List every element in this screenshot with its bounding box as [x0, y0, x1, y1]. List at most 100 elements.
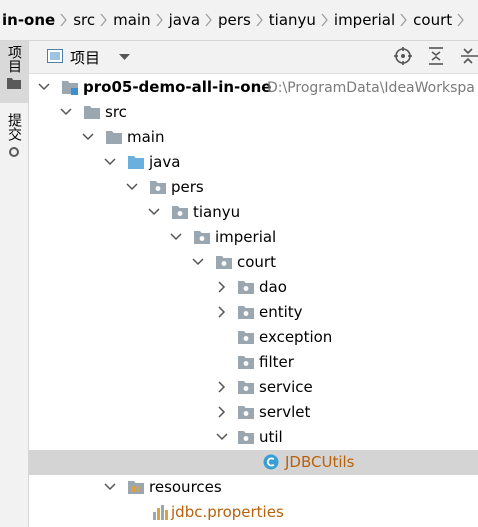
tree-node-filter[interactable]: filter: [29, 350, 478, 375]
tree-node-src[interactable]: src: [29, 100, 478, 125]
chevron-down-icon[interactable]: [170, 231, 182, 243]
package-icon: [238, 356, 254, 369]
chevron-right-icon: [202, 0, 216, 40]
folder-icon: [84, 106, 100, 119]
chevron-right-icon: [153, 0, 167, 40]
tree-node-label: pers: [171, 178, 204, 196]
chevron-down-icon[interactable]: [38, 81, 50, 93]
commit-tool-tab-label: 提交: [6, 113, 22, 141]
tree-node-label: src: [105, 103, 127, 121]
tree-node-main[interactable]: main: [29, 125, 478, 150]
tree-node-pers[interactable]: pers: [29, 175, 478, 200]
properties-file-icon: [153, 505, 168, 520]
tree-node-court[interactable]: court: [29, 250, 478, 275]
tree-node-util[interactable]: util: [29, 425, 478, 450]
package-icon: [238, 381, 254, 394]
tree-node-jdbcutils[interactable]: JDBCUtils: [29, 450, 478, 475]
tree-node-label: service: [259, 378, 313, 396]
tree-node-imperial[interactable]: imperial: [29, 225, 478, 250]
package-icon: [238, 281, 254, 294]
tree-node-resources[interactable]: resources: [29, 475, 478, 500]
chevron-down-icon[interactable]: [216, 431, 228, 443]
collapse-all-icon[interactable]: [459, 47, 478, 65]
breadcrumb-label: imperial: [333, 11, 396, 29]
tree-node-tianyu[interactable]: tianyu: [29, 200, 478, 225]
tree-node-java[interactable]: java: [29, 150, 478, 175]
chevron-right-icon[interactable]: [216, 381, 228, 393]
package-icon: [216, 256, 232, 269]
package-icon: [172, 206, 188, 219]
module-folder-icon: [62, 81, 78, 95]
tree-node-label: dao: [259, 278, 287, 296]
chevron-right-icon[interactable]: [216, 306, 228, 318]
chevron-down-icon[interactable]: [60, 106, 72, 118]
breadcrumb-label: court: [413, 11, 453, 29]
source-folder-icon: [128, 156, 144, 169]
breadcrumb-item-pers[interactable]: pers: [216, 0, 253, 40]
breadcrumb-label: in-one: [2, 11, 56, 29]
tree-node-servlet[interactable]: servlet: [29, 400, 478, 425]
resources-folder-icon: [128, 481, 144, 494]
project-tool-tab[interactable]: 项目: [0, 41, 28, 103]
chevron-right-icon: [454, 0, 468, 40]
chevron-right-icon: [397, 0, 411, 40]
tree-node-exception[interactable]: exception: [29, 325, 478, 350]
chevron-down-icon[interactable]: [126, 181, 138, 193]
tree-node-label: tianyu: [193, 203, 241, 221]
breadcrumb-item-main[interactable]: main: [111, 0, 152, 40]
tree-node-entity[interactable]: entity: [29, 300, 478, 325]
view-dropdown-chevron-icon[interactable]: [119, 54, 130, 61]
tree-node-label: servlet: [259, 403, 311, 421]
chevron-right-icon: [97, 0, 111, 40]
package-icon: [238, 331, 254, 344]
tree-node-service[interactable]: service: [29, 375, 478, 400]
project-panel-header: 项目: [29, 41, 478, 74]
tree-node-label: jdbc.properties: [171, 503, 284, 521]
tree-node-project-root[interactable]: pro05-demo-all-in-one D:\ProgramData\Ide…: [29, 75, 478, 100]
breadcrumb-item-tianyu[interactable]: tianyu: [267, 0, 318, 40]
chevron-down-icon[interactable]: [148, 206, 160, 218]
tree-node-label: court: [237, 253, 276, 271]
chevron-right-icon: [253, 0, 267, 40]
breadcrumb-item-project[interactable]: in-one: [0, 0, 57, 40]
commit-tool-tab[interactable]: 提交: [0, 113, 28, 173]
breadcrumb-label: main: [113, 11, 151, 29]
select-opened-file-icon[interactable]: [394, 47, 412, 65]
project-view-icon: [47, 49, 63, 63]
tree-node-label: main: [127, 128, 165, 146]
breadcrumb-item-court[interactable]: court: [411, 0, 454, 40]
tree-node-label: java: [149, 153, 181, 171]
breadcrumb-label: pers: [218, 11, 251, 29]
chevron-down-icon[interactable]: [192, 256, 204, 268]
chevron-right-icon[interactable]: [216, 406, 228, 418]
tree-node-jdbc-properties[interactable]: jdbc.properties: [29, 500, 478, 525]
breadcrumb-item-java[interactable]: java: [167, 0, 202, 40]
chevron-down-icon[interactable]: [104, 481, 116, 493]
chevron-right-icon[interactable]: [216, 281, 228, 293]
java-class-icon: [263, 454, 279, 470]
expand-all-icon[interactable]: [427, 47, 445, 65]
project-tool-tab-label: 项目: [6, 45, 22, 73]
tree-node-label: imperial: [215, 228, 277, 246]
folder-icon: [7, 78, 21, 89]
chevron-right-icon: [57, 0, 71, 40]
tree-node-label: exception: [259, 328, 333, 346]
package-icon: [150, 181, 166, 194]
project-path: D:\ProgramData\IdeaWorkspa: [267, 80, 475, 96]
tree-node-label: resources: [149, 478, 222, 496]
breadcrumb-item-src[interactable]: src: [71, 0, 97, 40]
folder-icon: [106, 131, 122, 144]
tree-node-dao[interactable]: dao: [29, 275, 478, 300]
tree-node-label: JDBCUtils: [285, 453, 355, 471]
breadcrumb-item-imperial[interactable]: imperial: [332, 0, 397, 40]
tree-node-label: util: [259, 428, 283, 446]
chevron-right-icon: [318, 0, 332, 40]
chevron-down-icon[interactable]: [82, 131, 94, 143]
breadcrumb-label: src: [73, 11, 96, 29]
breadcrumb: in-one src main java pers tianyu imperia…: [0, 0, 478, 41]
package-icon: [238, 306, 254, 319]
project-tree: pro05-demo-all-in-one D:\ProgramData\Ide…: [29, 74, 478, 527]
package-icon: [238, 431, 254, 444]
chevron-down-icon[interactable]: [104, 156, 116, 168]
tree-node-label: entity: [259, 303, 303, 321]
